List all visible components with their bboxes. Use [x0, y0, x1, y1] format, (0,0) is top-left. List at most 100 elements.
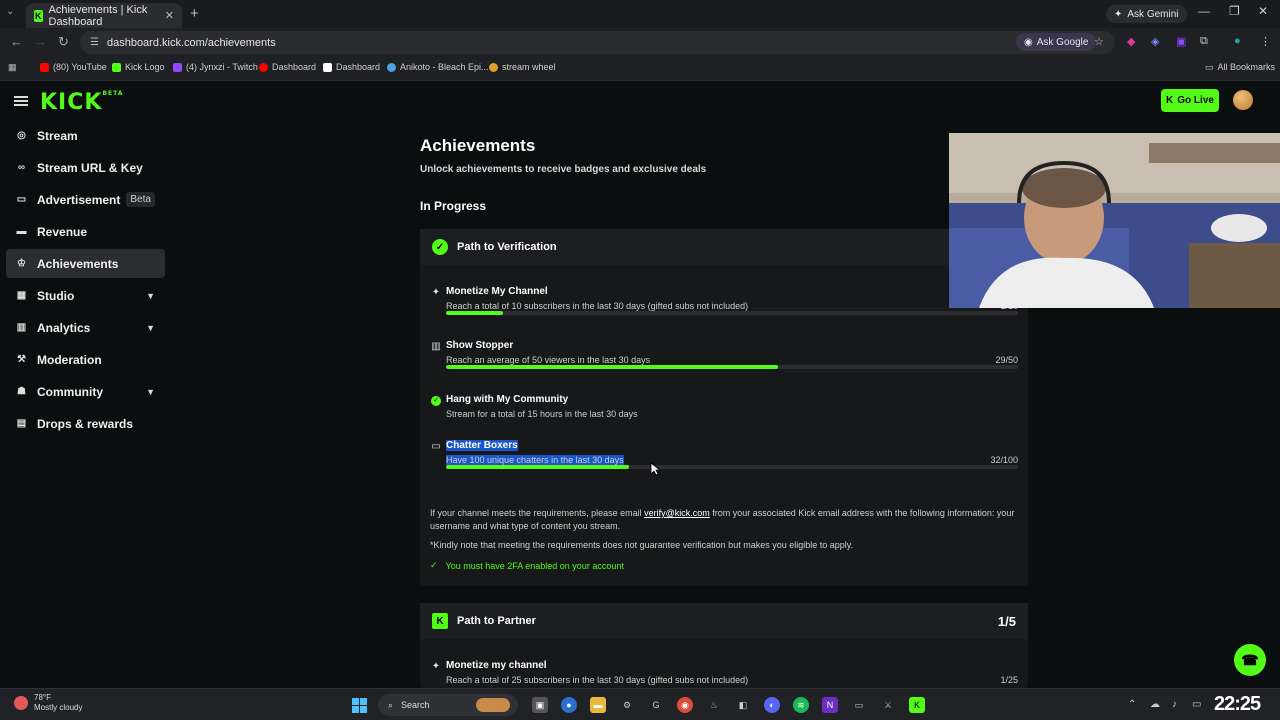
partner-header[interactable]: K Path to Partner 1/5: [420, 603, 1028, 639]
support-chat-icon[interactable]: ☎: [1234, 644, 1266, 676]
bookmark-item[interactable]: Kick Logo: [112, 58, 165, 76]
site-info-icon[interactable]: ☰: [90, 37, 99, 48]
extensions-puzzle-icon[interactable]: ⧉: [1200, 35, 1208, 48]
bookmark-item[interactable]: (80) YouTube: [40, 58, 107, 76]
hammer-icon: ⚒: [17, 354, 26, 365]
app-icon[interactable]: ◧: [735, 697, 751, 713]
sidebar-item-community[interactable]: ☗ Community ▼: [6, 377, 165, 406]
terminal-icon[interactable]: ▭: [851, 697, 867, 713]
forward-icon[interactable]: →: [34, 34, 47, 49]
bookmark-item[interactable]: Dashboard: [323, 58, 380, 76]
app-icon[interactable]: N: [822, 697, 838, 713]
twitch-extension-icon[interactable]: ▣: [1176, 35, 1186, 48]
kick-logo[interactable]: KICKBETA: [40, 90, 123, 115]
steam-icon[interactable]: ♨: [706, 697, 722, 713]
achievement-desc[interactable]: Have 100 unique chatters in the last 30 …: [446, 455, 624, 465]
youtube-icon: [40, 62, 49, 72]
app-icon[interactable]: ⚔: [880, 697, 896, 713]
bookmark-label: (4) Jynxzi - Twitch: [186, 62, 258, 72]
tray-app-icon[interactable]: ☁: [1150, 699, 1160, 710]
achievement-title[interactable]: Chatter Boxers: [446, 440, 518, 451]
chat-icon: ▭: [431, 441, 441, 452]
weather-desc: Mostly cloudy: [34, 703, 83, 712]
taskbar-clock[interactable]: 22:25: [1214, 693, 1261, 716]
extension-icon[interactable]: ◈: [1151, 35, 1159, 48]
discord-icon[interactable]: ◐: [764, 697, 780, 713]
section-heading: In Progress: [420, 199, 487, 213]
new-tab-button[interactable]: +: [190, 5, 199, 22]
search-icon: ⌕: [388, 699, 394, 710]
spotify-icon[interactable]: ≋: [793, 697, 809, 713]
sidebar-item-studio[interactable]: ▦ Studio ▼: [6, 281, 165, 310]
all-bookmarks[interactable]: ▭ All Bookmarks: [1205, 58, 1275, 76]
menu-icon[interactable]: [14, 94, 28, 108]
ask-gemini-button[interactable]: ✦ Ask Gemini: [1106, 5, 1187, 23]
close-tab-icon[interactable]: ✕: [165, 9, 174, 22]
sparkle-icon: ✦: [431, 661, 441, 672]
achievement-title: Show Stopper: [446, 340, 514, 351]
file-explorer-icon[interactable]: ▬: [590, 697, 606, 713]
sidebar-item-achievements[interactable]: ♔ Achievements: [6, 249, 165, 278]
weather-widget[interactable]: 78°F Mostly cloudy: [14, 693, 82, 713]
partner-count: 1/5: [997, 613, 1016, 629]
apps-icon[interactable]: ▦: [8, 58, 17, 76]
task-view-icon[interactable]: ▣: [532, 697, 548, 713]
network-icon[interactable]: ▭: [1192, 699, 1201, 710]
kick-app-icon[interactable]: K: [909, 697, 925, 713]
sidebar-item-label: Studio: [37, 288, 75, 303]
sidebar-item-moderation[interactable]: ⚒ Moderation: [6, 345, 165, 374]
achievement-desc: Stream for a total of 15 hours in the la…: [446, 409, 638, 419]
profile-icon[interactable]: ●: [1234, 35, 1241, 47]
menu-kebab-icon[interactable]: ⋮: [1260, 35, 1271, 48]
sidebar-item-stream[interactable]: ◎ Stream: [6, 121, 165, 150]
achievement-row: ✦ Monetize My Channel Reach a total of 1…: [430, 286, 1018, 326]
sidebar-item-drops-rewards[interactable]: ▤ Drops & rewards: [6, 409, 165, 438]
microphone-icon[interactable]: ♪: [1172, 699, 1177, 710]
minimize-icon[interactable]: —: [1198, 4, 1210, 18]
achievement-row: ▥ Show Stopper Reach an average of 50 vi…: [430, 340, 1018, 380]
chevron-down-icon: ▼: [146, 386, 155, 397]
webcam-overlay: [949, 133, 1280, 308]
reload-icon[interactable]: ↻: [58, 34, 69, 50]
sidebar-item-label: Analytics: [37, 320, 91, 335]
achievement-title: Hang with My Community: [446, 394, 569, 405]
tab-achievements[interactable]: K Achievements | Kick Dashboard ✕: [26, 3, 182, 28]
search-highlight-icon: [476, 698, 510, 712]
verification-header[interactable]: ✓ Path to Verification: [420, 229, 1028, 265]
taskbar-search[interactable]: ⌕ Search: [378, 694, 518, 716]
ask-google-button[interactable]: ◉ Ask Google: [1016, 33, 1097, 51]
star-icon[interactable]: ☆: [1094, 35, 1104, 48]
bookmark-item[interactable]: Anikoto - Bleach Epi...: [387, 58, 489, 76]
tray-chevron-icon[interactable]: ⌃: [1128, 699, 1136, 710]
restore-icon[interactable]: ❐: [1229, 4, 1240, 18]
requirement-2fa: ✓ You must have 2FA enabled on your acco…: [430, 560, 624, 571]
window-close-icon[interactable]: ✕: [1258, 4, 1268, 18]
sidebar-item-stream-url-key[interactable]: ∞ Stream URL & Key: [6, 153, 165, 182]
bookmark-item[interactable]: stream wheel: [489, 58, 556, 76]
app-icon[interactable]: G: [648, 697, 664, 713]
sidebar-item-advertisement[interactable]: ▭ Advertisement Beta: [6, 185, 165, 214]
bookmark-label: Dashboard: [272, 62, 317, 72]
verify-email-link[interactable]: verify@kick.com: [644, 508, 710, 518]
bookmark-label: (80) YouTube: [53, 62, 107, 72]
bookmark-item[interactable]: (4) Jynxzi - Twitch: [173, 58, 258, 76]
windows-start-icon[interactable]: [352, 698, 367, 713]
achievement-desc: Reach a total of 10 subscribers in the l…: [446, 301, 749, 311]
avatar[interactable]: [1233, 90, 1253, 110]
bookmark-item[interactable]: Dashboard: [259, 58, 316, 76]
go-live-button[interactable]: K Go Live: [1161, 89, 1219, 112]
weather-icon: [14, 696, 28, 710]
chrome-icon[interactable]: ◉: [677, 697, 693, 713]
chart-icon: ▥: [16, 322, 27, 333]
achievement-progress: 29/50: [995, 355, 1018, 365]
sidebar-item-revenue[interactable]: ▬ Revenue: [6, 217, 165, 246]
tab-search-icon[interactable]: ⌄: [6, 6, 14, 17]
sidebar-item-analytics[interactable]: ▥ Analytics ▼: [6, 313, 165, 342]
trophy-icon: ♔: [17, 258, 26, 269]
app-icon[interactable]: ●: [561, 697, 577, 713]
back-icon[interactable]: ←: [10, 34, 23, 49]
extension-icon[interactable]: ◆: [1127, 35, 1135, 48]
settings-gear-icon[interactable]: ⚙: [619, 697, 635, 713]
address-bar[interactable]: ☰ dashboard.kick.com/achievements: [80, 31, 1115, 54]
progress-fill: [446, 465, 630, 469]
